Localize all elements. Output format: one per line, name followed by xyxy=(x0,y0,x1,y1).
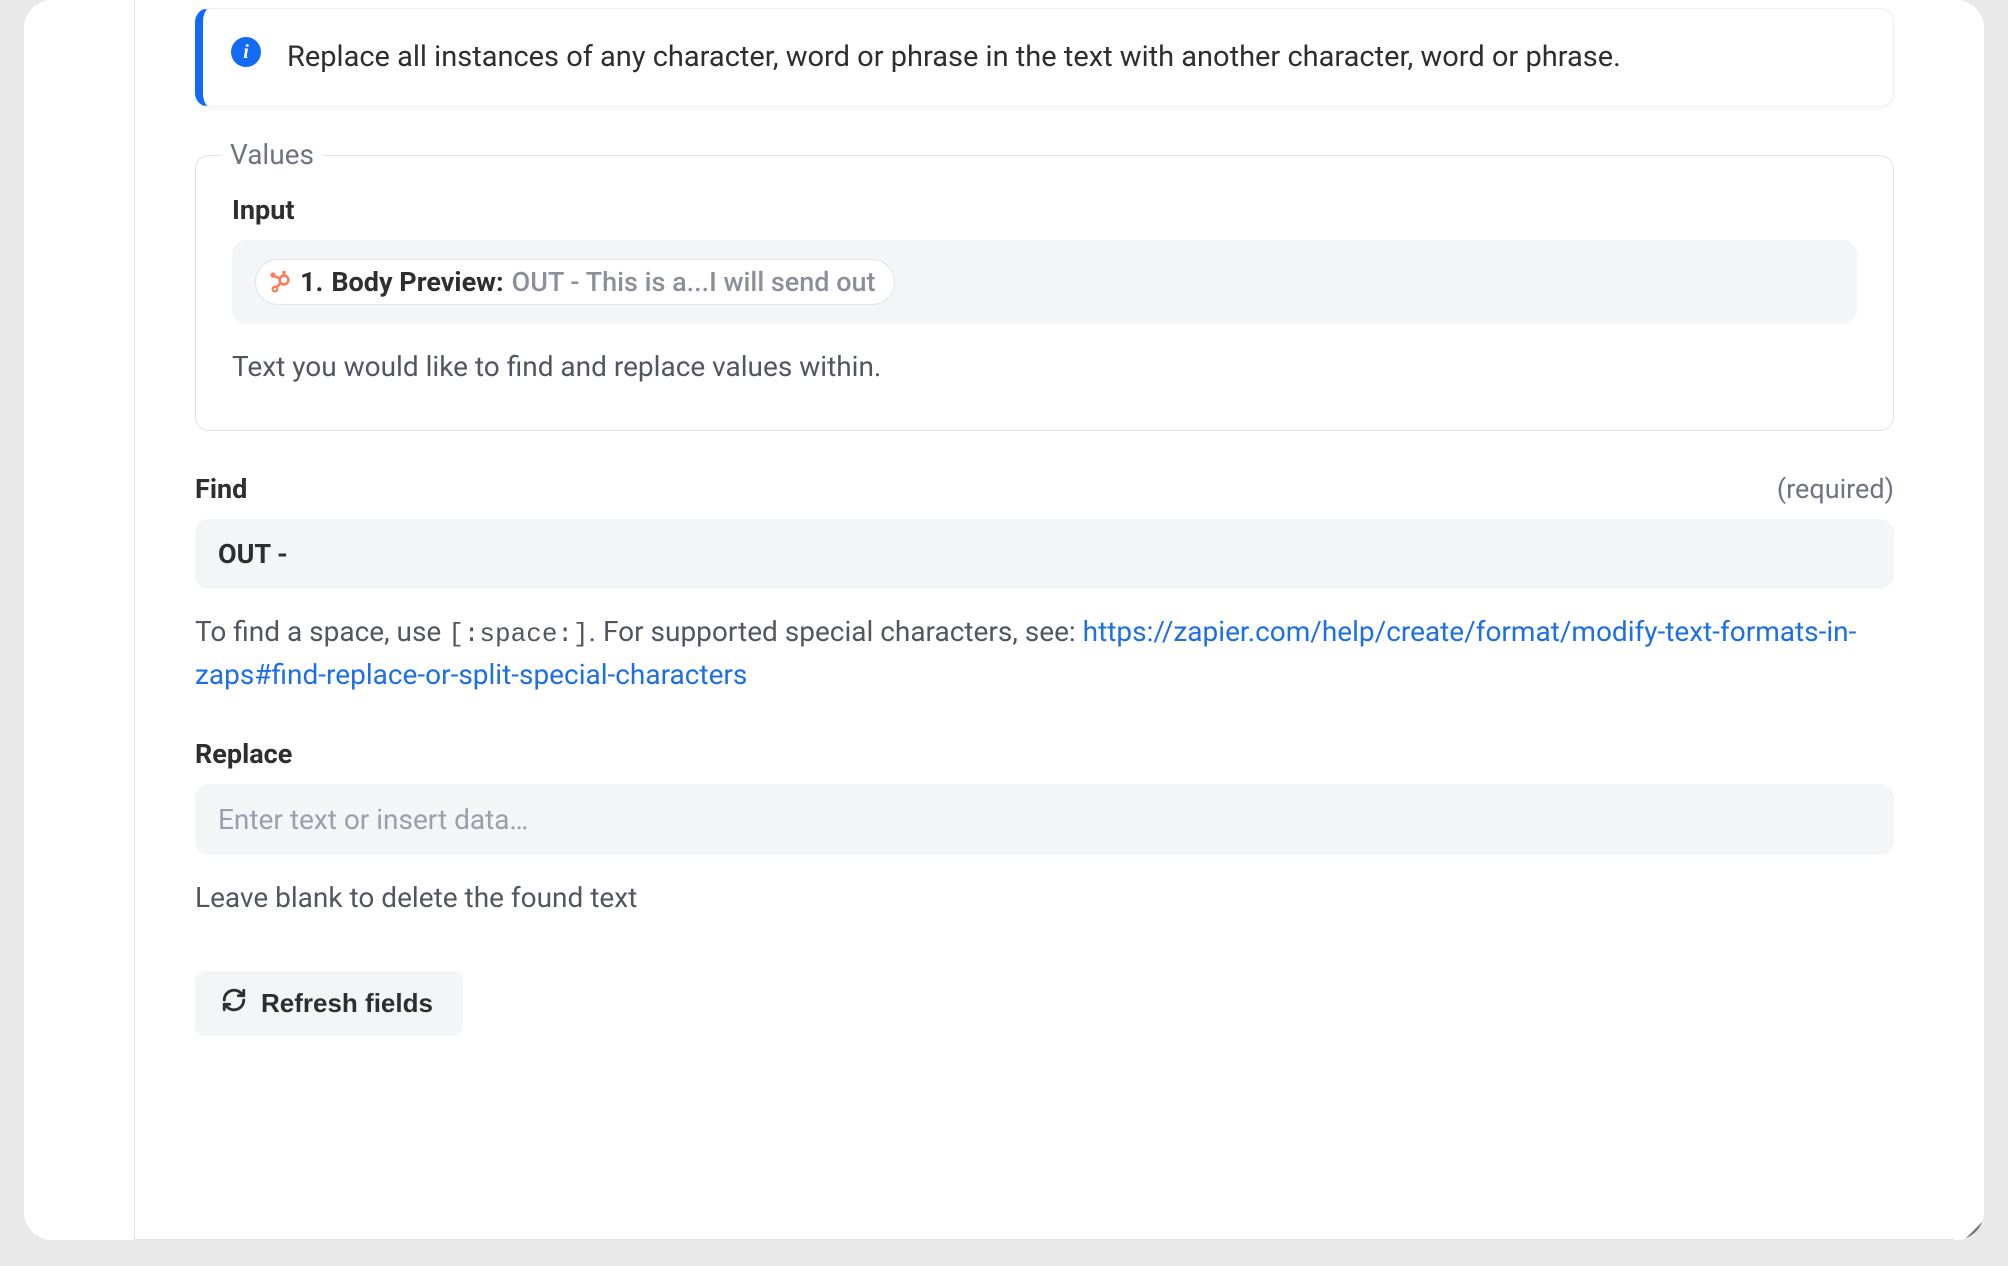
replace-placeholder: Enter text or insert data… xyxy=(218,803,528,836)
find-input[interactable]: OUT - xyxy=(195,519,1894,589)
replace-helper: Leave blank to delete the found text xyxy=(195,877,1894,919)
pill-step: 1. xyxy=(300,266,323,298)
find-helper-prefix: To find a space, use xyxy=(195,615,448,648)
values-fieldset: Values Input 1. xyxy=(195,155,1894,431)
find-helper-mid: . For supported special characters, see: xyxy=(589,615,1083,648)
replace-section: Replace Enter text or insert data… Leave… xyxy=(195,738,1894,919)
pill-field-name: Body Preview: xyxy=(331,266,503,298)
find-required: (required) xyxy=(1777,473,1894,505)
refresh-fields-button[interactable]: Refresh fields xyxy=(195,971,463,1036)
replace-label: Replace xyxy=(195,738,1894,770)
find-label: Find xyxy=(195,473,247,505)
input-label: Input xyxy=(232,194,1857,226)
input-field[interactable]: 1. Body Preview: OUT - This is a...I wil… xyxy=(232,240,1857,324)
hubspot-icon xyxy=(268,270,292,294)
refresh-icon xyxy=(221,987,247,1020)
refresh-label: Refresh fields xyxy=(261,988,433,1019)
find-value: OUT - xyxy=(218,538,288,570)
find-helper-code: [:space:] xyxy=(448,619,588,649)
find-section: Find (required) OUT - To find a space, u… xyxy=(195,473,1894,696)
values-legend: Values xyxy=(220,138,324,171)
info-icon: i xyxy=(231,37,261,67)
info-banner: i Replace all instances of any character… xyxy=(195,8,1894,107)
pill-sample: OUT - This is a...I will send out xyxy=(512,266,876,298)
form-panel: i Replace all instances of any character… xyxy=(134,0,1954,1240)
info-text: Replace all instances of any character, … xyxy=(287,35,1621,80)
replace-input[interactable]: Enter text or insert data… xyxy=(195,784,1894,855)
data-pill[interactable]: 1. Body Preview: OUT - This is a...I wil… xyxy=(255,259,895,305)
input-helper: Text you would like to find and replace … xyxy=(232,346,1857,388)
find-helper: To find a space, use [:space:]. For supp… xyxy=(195,611,1894,696)
resize-handle-icon[interactable] xyxy=(1964,1220,1984,1240)
